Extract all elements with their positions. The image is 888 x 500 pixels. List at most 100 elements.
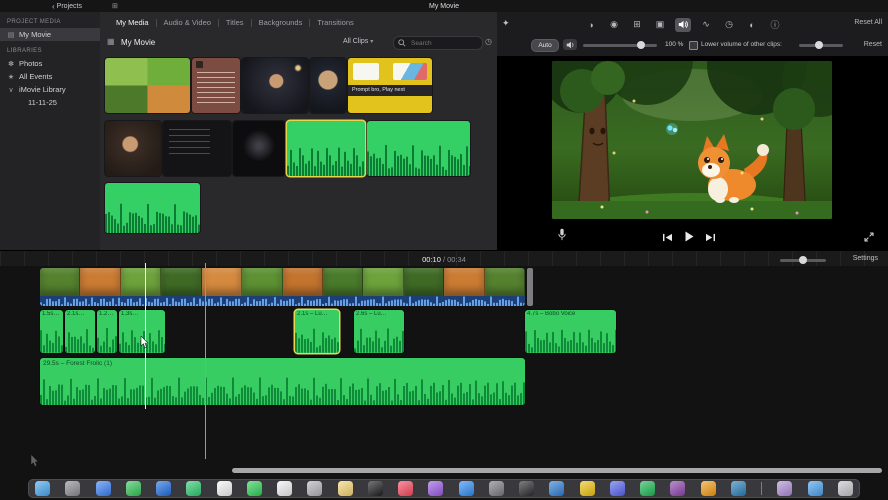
color-correction-icon[interactable]: ◉ [606,18,622,32]
auto-volume-button[interactable]: Auto [531,39,559,52]
previous-frame-button[interactable] [662,229,673,247]
slider-knob[interactable] [799,256,807,264]
background-music-clip[interactable]: 29.5s – Forest Frolic (1) [40,358,525,405]
video-thumbnail[interactable] [105,58,190,113]
dock-app-icon[interactable] [35,481,50,496]
sidebar-item-11-11-25[interactable]: 11-11-25 [0,96,100,109]
slider-knob[interactable] [814,41,823,49]
video-thumbnail[interactable] [163,121,231,176]
info-icon[interactable]: ⓘ [767,18,783,32]
filmstrip-frame[interactable] [80,268,121,296]
filmstrip-frame[interactable] [120,268,162,296]
dock-app-icon[interactable] [640,481,655,496]
timeline-scrollbar[interactable] [232,468,882,473]
enhance-icon[interactable]: ✦ [502,18,510,29]
filmstrip-frame[interactable] [161,268,202,296]
volume-slider[interactable] [583,39,657,50]
sidebar-item-imovie-library[interactable]: ∨ iMovie Library [0,83,100,96]
filmstrip-frame[interactable] [40,268,81,296]
audio-thumbnail[interactable] [367,121,470,176]
dock-app-icon[interactable] [367,481,383,496]
tab-audio-video[interactable]: Audio & Video [164,18,211,27]
dock-app-icon[interactable] [488,481,504,496]
filmstrip-frame[interactable] [363,268,404,296]
play-button[interactable] [684,229,694,247]
dock-app-icon[interactable] [398,481,413,496]
dock-app-icon[interactable] [579,481,595,496]
next-frame-button[interactable] [705,229,716,247]
sidebar-item-all-events[interactable]: ★ All Events [0,70,100,83]
video-thumbnail[interactable] [310,58,346,113]
dock-app-icon[interactable] [837,481,853,496]
filmstrip-frame[interactable] [282,268,323,296]
search-input[interactable] [409,38,473,48]
timeline-audio-clip[interactable]: 2.1s… [65,310,95,353]
clip-filter-dropdown[interactable]: All Clips ▾ [343,38,373,45]
slider-knob[interactable] [636,41,645,49]
lower-volume-slider[interactable] [799,39,843,50]
dock-app-icon[interactable] [65,481,81,496]
dock-app-icon[interactable] [700,481,716,496]
filmstrip-frame[interactable] [242,268,283,296]
crop-icon[interactable]: ⊞ [629,18,645,32]
audio-thumbnail[interactable] [287,121,365,176]
video-thumbnail[interactable]: Prompt bro, Play next [348,58,432,113]
skimmer-line[interactable] [205,263,206,459]
dock-app-icon[interactable] [730,481,746,496]
video-thumbnail[interactable] [105,121,161,176]
dock-app-icon[interactable] [428,481,444,496]
dock-app-icon[interactable] [186,481,202,496]
search-field[interactable] [393,36,483,50]
timeline-zoom-slider[interactable] [780,254,826,265]
video-thumbnail[interactable] [242,58,308,113]
sidebar-item-my-movie[interactable]: ▤ My Movie [0,28,100,41]
filmstrip-frame[interactable] [403,268,445,296]
dock-app-icon[interactable] [156,481,171,496]
dock-app-icon[interactable] [777,481,793,496]
timeline-settings-button[interactable]: Settings [853,255,878,262]
filmstrip-frame[interactable] [201,268,243,296]
dock-app-icon[interactable] [549,481,565,496]
sidebar-item-photos[interactable]: ✽ Photos [0,57,100,70]
reset-all-button[interactable]: Reset All [854,19,882,26]
dock-app-icon[interactable] [609,481,625,496]
dock-app-icon[interactable] [216,481,232,496]
tab-titles[interactable]: Titles [226,18,244,27]
filmstrip-frame[interactable] [322,268,364,296]
dock-app-icon[interactable] [246,481,262,496]
color-balance-icon[interactable]: ◑ [583,18,599,32]
lower-volume-checkbox[interactable] [689,41,698,50]
fullscreen-icon[interactable] [864,229,874,247]
grid-view-icon[interactable]: ▦ [107,37,115,46]
clip-filter-icon[interactable]: ◐ [744,18,760,32]
tab-backgrounds[interactable]: Backgrounds [259,18,303,27]
video-thumbnail[interactable] [233,121,285,176]
reset-button[interactable]: Reset [864,41,882,48]
tab-my-media[interactable]: My Media [116,18,149,27]
noise-reduction-icon[interactable]: ∿ [698,18,714,32]
dock-app-icon[interactable] [95,481,111,496]
video-audio-waveform[interactable] [40,296,525,306]
dock-app-icon[interactable] [125,481,141,496]
speed-icon[interactable]: ◷ [721,18,737,32]
clip-duration-icon[interactable]: ◷ [485,37,492,46]
video-clip-filmstrip[interactable] [40,268,525,296]
mute-button[interactable] [563,39,577,50]
dock-app-icon[interactable] [670,481,686,496]
audio-thumbnail[interactable] [105,183,200,233]
timeline-audio-clip[interactable]: 1.2… [97,310,117,353]
dock-app-icon[interactable] [337,481,353,496]
dock-app-icon[interactable] [807,481,823,496]
slider-track[interactable] [583,44,657,47]
timeline-audio-clip[interactable]: 1.5s… [40,310,63,353]
timeline-audio-clip[interactable]: 2.6s – Lu… [354,310,404,353]
voiceover-mic-button[interactable] [557,228,567,246]
dock-app-icon[interactable] [519,481,534,496]
dock-app-icon[interactable] [458,481,474,496]
filmstrip-frame[interactable] [444,268,485,296]
video-thumbnail[interactable] [192,58,240,113]
clip-end-handle[interactable] [527,268,533,306]
timeline-audio-clip[interactable]: 4.7s – Bobo Voice [525,310,616,353]
timeline-audio-clip[interactable]: 2.1s – Lu… [295,310,339,353]
stabilization-icon[interactable]: ▣ [652,18,668,32]
